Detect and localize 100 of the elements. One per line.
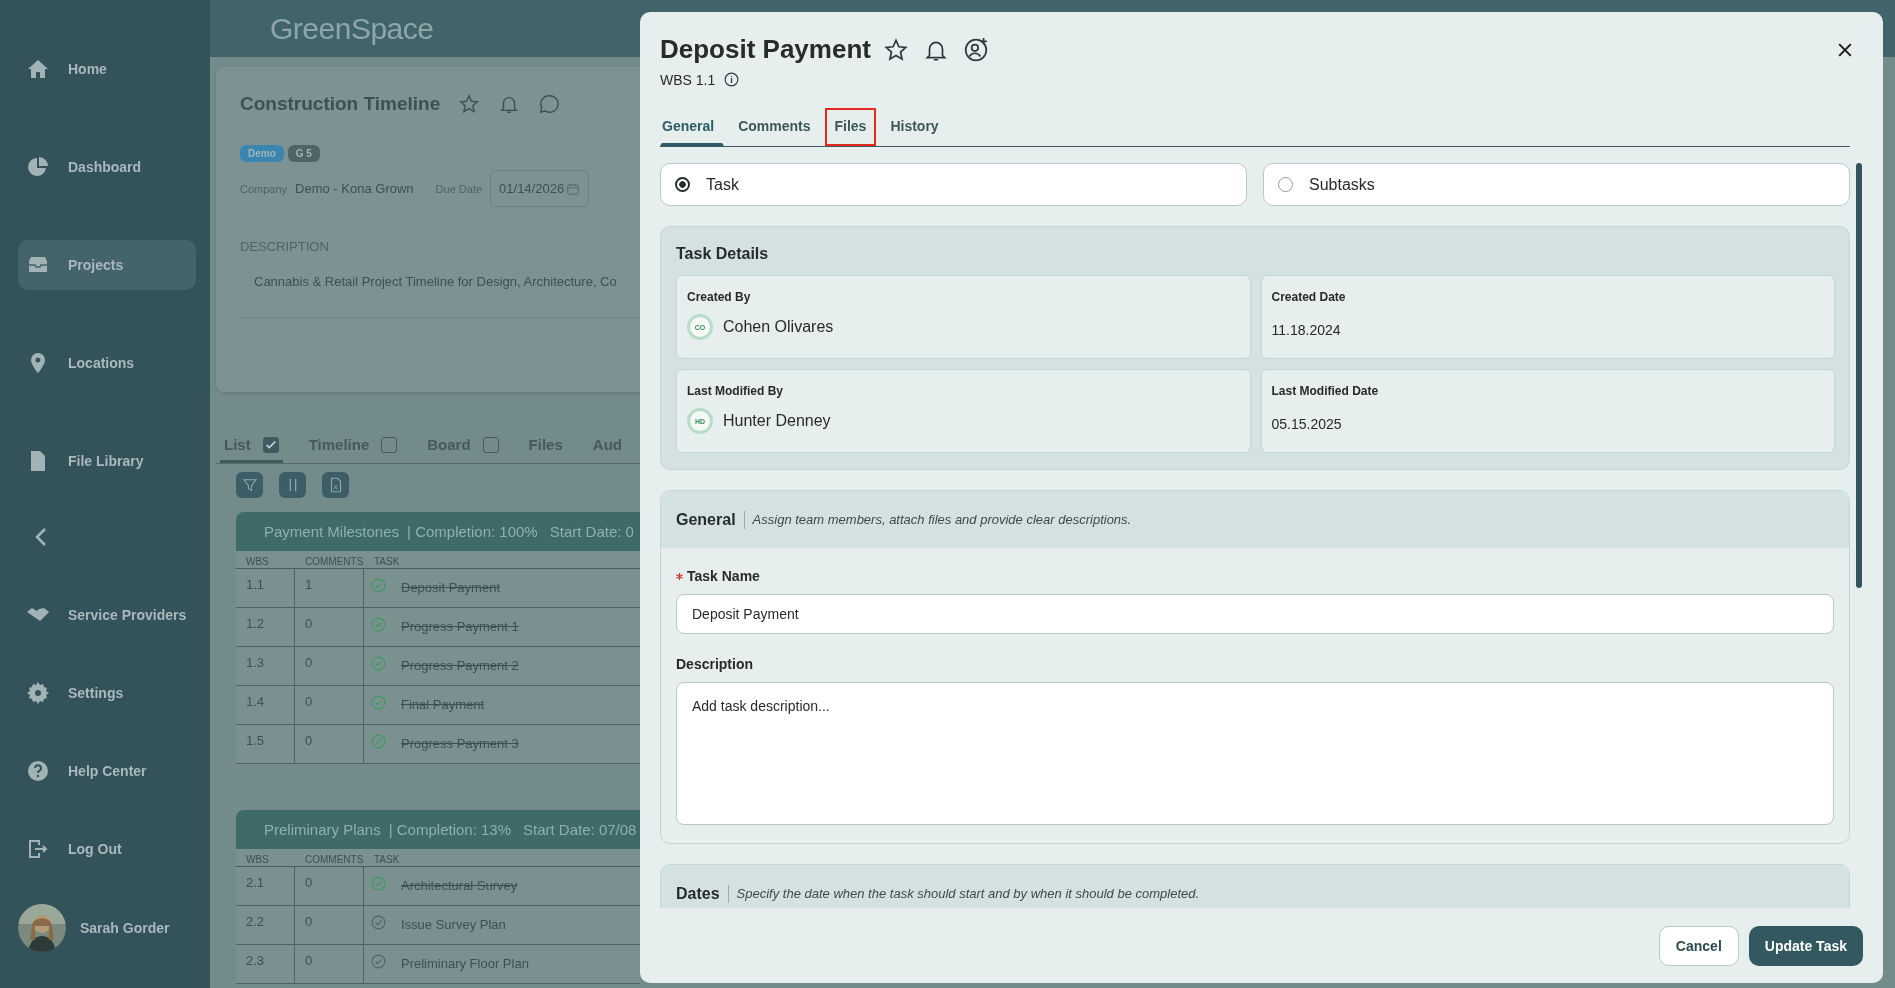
dialog-title: Deposit Payment: [660, 34, 871, 65]
chat-bubble-icon[interactable]: [538, 93, 561, 115]
nav-item[interactable]: Service Providers: [18, 590, 196, 640]
tab[interactable]: History: [880, 108, 949, 146]
group-completion: | Completion: 13%: [388, 821, 511, 838]
filter-icon: [240, 476, 259, 494]
section-title: General: [676, 510, 745, 529]
checkbox[interactable]: [262, 436, 279, 453]
task-name[interactable]: Preliminary Floor Plan: [401, 956, 529, 971]
table-cell: 1.5: [236, 725, 295, 764]
task-name[interactable]: Final Payment: [401, 697, 485, 712]
star-icon[interactable]: [458, 93, 481, 115]
field-value: 05.15.2025: [1271, 416, 1342, 432]
radio-option[interactable]: Task: [660, 163, 1247, 206]
field-value: Hunter Denney: [723, 412, 831, 430]
help-icon: [26, 759, 50, 783]
table-cell: 1.3: [236, 647, 295, 686]
group-header[interactable]: Preliminary Plans | Completion: 13% Start Date: 07/08: [236, 810, 640, 849]
logo: GreenSpace: [270, 11, 434, 46]
section-hint: Specify the date when the task should start and by when it should be completed.: [735, 886, 1200, 901]
toolbar-button[interactable]: [279, 472, 306, 498]
toolbar-button[interactable]: [236, 472, 263, 498]
info-icon[interactable]: [723, 71, 741, 88]
table-cell: 1: [295, 569, 364, 608]
column-header: WBS: [236, 551, 295, 569]
field-value: Cohen Olivares: [723, 318, 834, 336]
nav-item[interactable]: Projects: [18, 240, 196, 290]
table-cell: 0: [295, 608, 364, 647]
group-completion: | Completion: 100%: [407, 523, 538, 540]
field-label: Created Date: [1271, 290, 1347, 304]
required-icon: [676, 572, 683, 580]
nav-item[interactable]: Log Out: [18, 824, 196, 874]
tab[interactable]: Files: [824, 108, 877, 146]
star-icon[interactable]: [882, 36, 909, 63]
table-cell: 0: [295, 945, 364, 984]
task-name[interactable]: Deposit Payment: [401, 580, 500, 595]
checkbox[interactable]: [482, 436, 499, 453]
column-header: COMMENTS: [295, 551, 364, 569]
group-start-date: Start Date: 0: [549, 523, 634, 540]
pie-chart-icon: [26, 155, 50, 179]
table-cell: 2.3: [236, 945, 295, 984]
text-input[interactable]: Deposit Payment: [676, 594, 1834, 634]
checkbox[interactable]: [381, 436, 398, 453]
nav-item[interactable]: File Library: [18, 436, 196, 486]
radio-dot[interactable]: [675, 177, 690, 192]
table-cell: 0: [295, 647, 364, 686]
user-name: Sarah Gorder: [80, 920, 170, 936]
scrollbar[interactable]: [1856, 163, 1862, 588]
table-cell: 0: [295, 867, 364, 906]
logout-icon: [26, 837, 50, 861]
radio-option[interactable]: Subtasks: [1263, 163, 1850, 206]
field-label: Created By: [687, 290, 752, 304]
group-start-date: Start Date: 07/08: [523, 821, 637, 838]
nav-item[interactable]: Help Center: [18, 746, 196, 796]
toolbar-button[interactable]: [322, 472, 349, 498]
task-name[interactable]: Issue Survey Plan: [401, 917, 506, 932]
field-label: Description: [676, 656, 754, 672]
table-cell: 1.2: [236, 608, 295, 647]
table-cell: 2.1: [236, 867, 295, 906]
section-hint: Assign team members, attach files and provide clear descriptions.: [751, 512, 1132, 527]
task-name[interactable]: Progress Payment 1: [401, 619, 519, 634]
nav-item[interactable]: Home: [18, 44, 196, 94]
calendar-icon: [566, 181, 581, 196]
project-title: Construction Timeline: [240, 93, 441, 115]
wbs-label: WBS 1.1: [660, 71, 716, 88]
field-label: Last Modified By: [687, 384, 784, 398]
add-user-icon[interactable]: [962, 36, 989, 63]
tab[interactable]: Comments: [728, 108, 821, 146]
update-button[interactable]: Update Task: [1748, 925, 1863, 966]
tag: G 5: [287, 145, 320, 162]
column-header: WBS: [236, 849, 295, 867]
table-cell: 0: [295, 686, 364, 725]
task-name[interactable]: Progress Payment 3: [401, 736, 519, 751]
tag: Demo: [240, 145, 284, 162]
table-cell: 2.2: [236, 906, 295, 945]
pause-icon: [288, 478, 297, 492]
table-cell: 0: [295, 725, 364, 764]
company-name: Demo - Kona Grown: [295, 181, 414, 196]
nav-item[interactable]: Dashboard: [18, 142, 196, 192]
table-cell: 0: [295, 906, 364, 945]
panel-title: Task Details: [676, 245, 770, 263]
group-header[interactable]: Payment Milestones | Completion: 100% Start Date: 0: [236, 512, 640, 551]
table-cell: 1.1: [236, 569, 295, 608]
task-name[interactable]: Progress Payment 2: [401, 658, 519, 673]
task-name[interactable]: Architectural Survey: [401, 878, 518, 893]
field-label: Task Name: [687, 568, 760, 584]
tab[interactable]: General: [660, 108, 725, 146]
column-header: COMMENTS: [295, 849, 364, 867]
nav-item[interactable]: Locations: [18, 338, 196, 388]
project-description: Cannabis & Retail Project Timeline for Design, Architecture, Co: [254, 274, 618, 289]
settings-icon: [26, 681, 50, 705]
nav-item[interactable]: Settings: [18, 668, 196, 718]
description-input[interactable]: Add task description...: [676, 682, 1834, 825]
table-cell: 1.4: [236, 686, 295, 725]
cancel-button[interactable]: Cancel: [1658, 925, 1739, 966]
field-value: 11.18.2024: [1271, 322, 1341, 338]
home-icon: [26, 57, 50, 81]
section-title: Dates: [676, 884, 729, 903]
group-title: Preliminary Plans: [264, 821, 381, 838]
date-field[interactable]: 01/14/2026: [490, 170, 590, 207]
